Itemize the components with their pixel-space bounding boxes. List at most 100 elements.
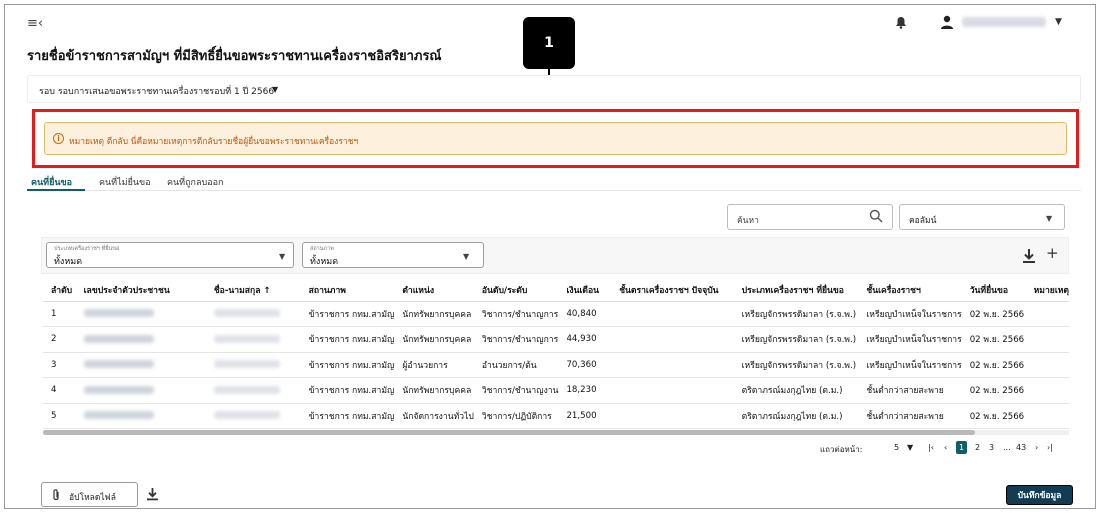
chevron-down-icon[interactable]: ▼ bbox=[279, 252, 285, 261]
menu-collapse-icon[interactable]: ≡‹ bbox=[27, 16, 43, 31]
cell-status: ข้าราชการ กทม.สามัญ bbox=[300, 352, 395, 378]
first-page-icon[interactable]: |‹ bbox=[928, 443, 934, 452]
cell-position: นักทรัพยากรบุคคล bbox=[394, 377, 474, 404]
col-header-current-award[interactable]: ชั้นตราเครื่องราชฯ ปัจจุบัน bbox=[611, 280, 734, 302]
user-name-redacted[interactable] bbox=[962, 17, 1046, 27]
column-select-value: คอลัมน์ bbox=[909, 216, 937, 226]
col-header-remark[interactable]: หมายเหตุ bbox=[1025, 280, 1069, 302]
cell-name bbox=[205, 326, 301, 353]
tab-not-applied[interactable]: คนที่ไม่ยื่นขอ bbox=[99, 175, 151, 189]
step-callout: 1 bbox=[523, 17, 575, 69]
redacted-name bbox=[213, 385, 280, 394]
page-1-button[interactable]: 1 bbox=[956, 441, 968, 454]
cell-apply-date: 02 พ.ย. 2566 bbox=[961, 352, 1026, 378]
user-icon[interactable] bbox=[939, 14, 955, 30]
next-page-icon[interactable]: › bbox=[1035, 443, 1038, 452]
cell-award-class: ชั้นต่ำกว่าสายสะพาย bbox=[858, 403, 962, 429]
upload-file-label: อัปโหลดไฟล์ bbox=[69, 493, 116, 503]
cell-salary: 40,840 bbox=[558, 301, 612, 327]
download-icon[interactable] bbox=[1022, 248, 1036, 264]
cell-name bbox=[205, 352, 301, 378]
table-row[interactable]: 3 ข้าราชการ กทม.สามัญ ผู้อำนวยการ อำนวยก… bbox=[43, 352, 1069, 378]
cell-citizen-id bbox=[75, 377, 206, 404]
col-header-name[interactable]: ชื่อ-นามสกุล ↑ bbox=[205, 280, 301, 302]
rows-per-page-label: แถวต่อหน้า: bbox=[820, 445, 863, 454]
remark-alert: i หมายเหตุ ตีกลับ นี่คือหมายเหตุการตีกลั… bbox=[44, 122, 1067, 155]
cell-position: นักจัดการงานทั่วไป bbox=[394, 403, 474, 429]
cell-apply-date: 02 พ.ย. 2566 bbox=[961, 377, 1026, 404]
award-type-filter-value: ทั้งหมด bbox=[54, 257, 83, 267]
status-filter[interactable]: สถานภาพ ทั้งหมด ▼ bbox=[302, 242, 484, 268]
cell-level: วิชาการ/ปฏิบัติการ bbox=[473, 403, 559, 429]
horizontal-scrollbar[interactable] bbox=[43, 430, 1069, 435]
cell-current-award bbox=[611, 377, 734, 404]
award-type-filter-label: ประเภทเครื่องราชฯ ที่ยื่นขอ bbox=[54, 246, 120, 252]
col-header-position[interactable]: ตำแหน่ง bbox=[394, 280, 474, 302]
last-page-icon[interactable]: ›| bbox=[1047, 443, 1053, 452]
chevron-down-icon[interactable]: ▼ bbox=[1046, 214, 1052, 223]
cell-current-award bbox=[611, 403, 734, 429]
cell-remark bbox=[1025, 326, 1069, 353]
col-header-citizen-id[interactable]: เลขประจำตัวประชาชน bbox=[75, 280, 206, 302]
table-row[interactable]: 2 ข้าราชการ กทม.สามัญ นักทรัพยากรบุคคล ว… bbox=[43, 326, 1069, 353]
col-header-no[interactable]: ลำดับ bbox=[43, 280, 76, 302]
redacted-id bbox=[83, 309, 154, 318]
col-header-status[interactable]: สถานภาพ bbox=[300, 280, 395, 302]
tab-removed[interactable]: คนที่ถูกลบออก bbox=[167, 175, 224, 189]
redacted-id bbox=[83, 360, 154, 369]
user-menu-caret-icon[interactable]: ▼ bbox=[1055, 17, 1062, 27]
scrollbar-thumb[interactable] bbox=[43, 430, 975, 435]
table-row[interactable]: 5 ข้าราชการ กทม.สามัญ นักจัดการงานทั่วไป… bbox=[43, 403, 1069, 429]
tab-applied[interactable]: คนที่ยื่นขอ bbox=[31, 175, 72, 189]
page-3-button[interactable]: 3 bbox=[989, 443, 994, 452]
cell-citizen-id bbox=[75, 301, 206, 327]
col-header-salary[interactable]: เงินเดือน bbox=[558, 280, 612, 302]
upload-file-button[interactable]: อัปโหลดไฟล์ bbox=[41, 482, 138, 507]
col-header-level[interactable]: อันดับ/ระดับ bbox=[473, 280, 559, 302]
round-selector[interactable]: รอบ รอบการเสนอขอพระราชทานเครื่องราชรอบที… bbox=[27, 75, 1081, 103]
cell-level: อำนวยการ/ต้น bbox=[473, 352, 559, 378]
add-icon[interactable]: + bbox=[1046, 244, 1059, 262]
redacted-id bbox=[83, 334, 154, 343]
tab-bar: คนที่ยื่นขอ คนที่ไม่ยื่นขอ คนที่ถูกลบออก bbox=[27, 173, 1081, 191]
cell-apply-date: 02 พ.ย. 2566 bbox=[961, 301, 1026, 327]
table-row[interactable]: 4 ข้าราชการ กทม.สามัญ นักทรัพยากรบุคคล ว… bbox=[43, 377, 1069, 404]
column-select[interactable]: คอลัมน์ ▼ bbox=[899, 204, 1065, 230]
redacted-name bbox=[213, 360, 280, 369]
page-43-button[interactable]: 43 bbox=[1016, 443, 1026, 452]
table-header-row: ลำดับ เลขประจำตัวประชาชน ชื่อ-นามสกุล ↑ … bbox=[43, 280, 1069, 302]
search-icon[interactable] bbox=[869, 209, 883, 223]
applicants-table: ลำดับ เลขประจำตัวประชาชน ชื่อ-นามสกุล ↑ … bbox=[43, 280, 1069, 429]
prev-page-icon[interactable]: ‹ bbox=[944, 443, 947, 452]
col-header-award-type[interactable]: ประเภทเครื่องราชฯ ที่ยื่นขอ bbox=[733, 280, 859, 302]
cell-award-type: ตริตาภรณ์มงกุฎไทย (ต.ม.) bbox=[733, 403, 859, 429]
status-filter-label: สถานภาพ bbox=[310, 246, 334, 252]
round-selector-label: รอบ รอบการเสนอขอพระราชทานเครื่องราชรอบที… bbox=[39, 87, 275, 97]
redacted-id bbox=[83, 385, 154, 394]
cell-award-class: ชั้นต่ำกว่าสายสะพาย bbox=[858, 377, 962, 404]
chevron-down-icon[interactable]: ▼ bbox=[463, 252, 469, 261]
bell-icon[interactable] bbox=[895, 16, 907, 32]
col-header-apply-date[interactable]: วันที่ยื่นขอ bbox=[961, 280, 1026, 302]
col-header-award-class[interactable]: ชั้นเครื่องราชฯ bbox=[858, 280, 962, 302]
rows-per-page-value[interactable]: 5 bbox=[894, 443, 899, 452]
cell-position: นักทรัพยากรบุคคล bbox=[394, 326, 474, 353]
app-window: ≡‹ ▼ รายชื่อข้าราชการสามัญฯ ที่มีสิทธิ์ย… bbox=[4, 4, 1096, 509]
cell-no: 5 bbox=[43, 403, 76, 429]
download-template-icon[interactable] bbox=[146, 487, 159, 501]
cell-position: นักทรัพยากรบุคคล bbox=[394, 301, 474, 327]
cell-award-type: เหรียญจักรพรรดิมาลา (ร.จ.พ.) bbox=[733, 352, 859, 378]
cell-remark bbox=[1025, 301, 1069, 327]
chevron-down-icon[interactable]: ▼ bbox=[272, 85, 278, 94]
cell-award-type: เหรียญจักรพรรดิมาลา (ร.จ.พ.) bbox=[733, 326, 859, 353]
status-filter-value: ทั้งหมด bbox=[310, 257, 339, 267]
award-type-filter[interactable]: ประเภทเครื่องราชฯ ที่ยื่นขอ ทั้งหมด ▼ bbox=[46, 242, 294, 268]
cell-apply-date: 02 พ.ย. 2566 bbox=[961, 403, 1026, 429]
cell-no: 4 bbox=[43, 377, 76, 404]
chevron-down-icon[interactable]: ▼ bbox=[907, 443, 913, 452]
save-button[interactable]: บันทึกข้อมูล bbox=[1006, 485, 1073, 505]
search-input[interactable]: ค้นหา bbox=[727, 204, 893, 230]
page-2-button[interactable]: 2 bbox=[975, 443, 980, 452]
cell-status: ข้าราชการ กทม.สามัญ bbox=[300, 326, 395, 353]
table-row[interactable]: 1 ข้าราชการ กทม.สามัญ นักทรัพยากรบุคคล ว… bbox=[43, 301, 1069, 327]
